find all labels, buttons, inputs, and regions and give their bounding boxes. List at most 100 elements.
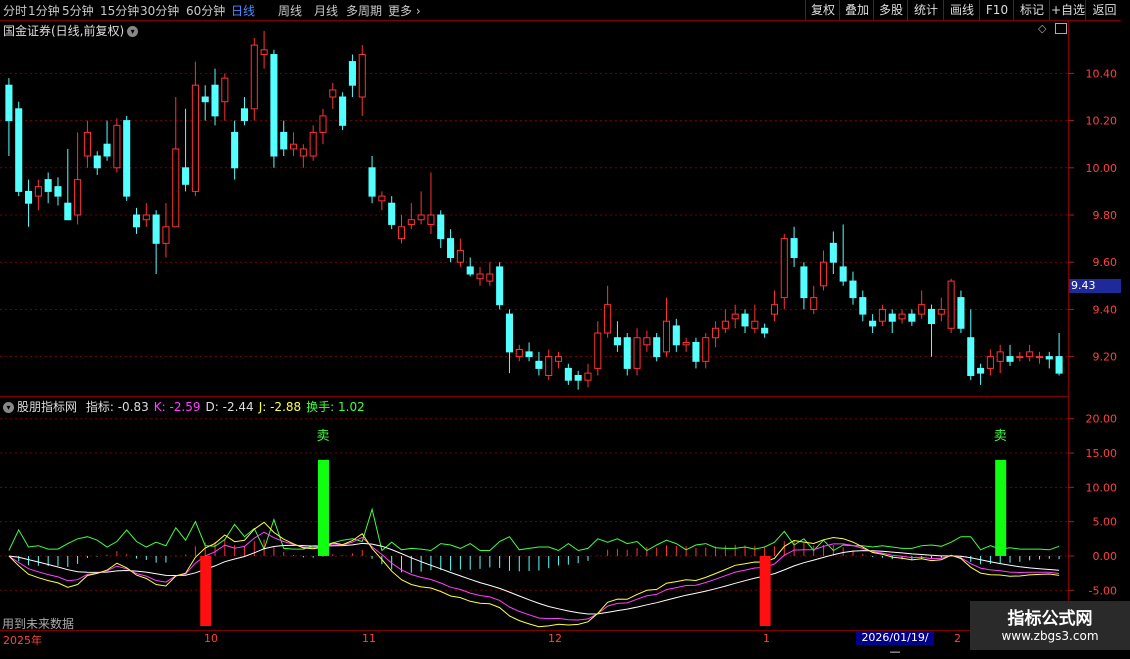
candle-body: [270, 54, 278, 157]
price-tick-label: 9.80: [1093, 209, 1118, 222]
indicator-header: ▾ 股朋指标网 指标: -0.83 K: -2.59 D: -2.44 J: -2.88…: [3, 398, 370, 415]
candle-body: [800, 266, 808, 299]
toolbar-button-2[interactable]: 多股: [873, 0, 908, 20]
candle-body: [15, 108, 23, 192]
toolbar-button-8[interactable]: 返回: [1085, 0, 1123, 20]
candle-body: [466, 266, 474, 275]
window-toggle-icon[interactable]: [1055, 23, 1067, 34]
candle-body: [741, 313, 749, 327]
candle-body: [849, 280, 857, 299]
toolbar-button-0[interactable]: 复权: [805, 0, 840, 20]
indicator-value-1: K: -2.59: [153, 400, 201, 414]
diamond-icon[interactable]: ◇: [1038, 22, 1046, 35]
period-tab-6[interactable]: 日线: [231, 2, 255, 19]
indicator-value-2: D: -2.44: [205, 400, 254, 414]
candle-body: [191, 84, 199, 192]
candle-body: [260, 49, 268, 56]
candle-body: [712, 327, 720, 339]
period-tab-8[interactable]: 月线: [314, 2, 338, 19]
date-label-2: 11: [362, 632, 376, 645]
candle-body: [74, 179, 82, 216]
period-tab-4[interactable]: 30分钟: [140, 2, 179, 19]
candle-body: [927, 308, 936, 325]
chevron-down-icon[interactable]: ▾: [127, 26, 139, 37]
candle-body: [339, 96, 347, 126]
indicator-tick-label: 20.00: [1086, 413, 1118, 426]
candle-body: [231, 131, 239, 169]
candle-body: [54, 186, 62, 197]
candle-body: [309, 131, 317, 157]
candle-body: [790, 238, 798, 258]
candle-body: [240, 108, 249, 122]
candle-body: [201, 96, 209, 103]
cursor-date: 2026/01/19/—: [856, 631, 934, 658]
date-label-3: 12: [548, 632, 562, 645]
period-tab-9[interactable]: 多周期: [346, 2, 382, 19]
period-tab-10[interactable]: 更多 ›: [388, 2, 421, 19]
candle-body: [878, 308, 886, 322]
buy-signal-bar: [200, 555, 212, 626]
period-tab-2[interactable]: 5分钟: [62, 2, 94, 19]
period-tab-7[interactable]: 周线: [278, 2, 302, 19]
indicator-tick-label: 10.00: [1086, 481, 1118, 494]
candle-body: [957, 297, 965, 329]
toolbar-button-3[interactable]: 统计: [907, 0, 944, 20]
candle-body: [250, 44, 258, 110]
candle-body: [564, 367, 572, 381]
candle-body: [417, 214, 425, 221]
candle-body: [515, 349, 523, 358]
candle-body: [888, 313, 896, 322]
candle-body: [829, 242, 837, 263]
candle-body: [584, 372, 592, 381]
sell-signal-label: 卖: [994, 429, 1007, 444]
toolbar-button-6[interactable]: 标记: [1013, 0, 1050, 20]
toolbar-button-5[interactable]: F10: [979, 0, 1014, 20]
candle-body: [535, 360, 543, 369]
candle-body: [604, 304, 612, 334]
toolbar-button-7[interactable]: +自选: [1049, 0, 1086, 20]
right-panel-strip[interactable]: [1121, 20, 1130, 630]
candle-body: [182, 167, 190, 185]
toolbar-button-4[interactable]: 画线: [943, 0, 980, 20]
candle-body: [662, 320, 671, 353]
candle-body: [447, 238, 455, 258]
candle-body: [378, 195, 386, 202]
candle-body: [476, 273, 484, 280]
candle-body: [780, 238, 788, 299]
candle-body: [653, 337, 661, 358]
toolbar-button-1[interactable]: 叠加: [839, 0, 874, 20]
indicator-value-4: 换手: 1.02: [306, 400, 365, 414]
price-tick-label: 9.40: [1093, 303, 1118, 316]
period-tab-5[interactable]: 60分钟: [186, 2, 225, 19]
candle-body: [1016, 356, 1024, 359]
candle-body: [388, 202, 396, 225]
candle-body: [319, 115, 327, 133]
candle-body: [986, 356, 994, 369]
candle-body: [44, 179, 52, 192]
period-tab-3[interactable]: 15分钟: [100, 2, 139, 19]
candle-body: [810, 297, 818, 310]
candle-body: [643, 337, 651, 346]
chevron-down-icon[interactable]: ▾: [3, 402, 14, 413]
candle-body: [819, 261, 828, 287]
candle-body: [368, 167, 376, 197]
sell-signal-bar: [995, 459, 1007, 556]
candle-body: [977, 367, 985, 374]
candle-body: [1035, 356, 1044, 359]
candle-body: [162, 226, 170, 244]
candle-body: [761, 327, 769, 334]
candle-body: [525, 351, 533, 358]
candle-body: [1006, 356, 1014, 362]
candle-body: [859, 297, 867, 315]
price-tick-label: 10.40: [1086, 67, 1118, 80]
d-line: [8, 542, 1060, 615]
candle-body: [132, 214, 141, 228]
candle-body: [221, 77, 229, 103]
candle-body: [682, 341, 690, 346]
candlestick-chart[interactable]: 10.4010.2010.009.809.609.409.2020.0015.0…: [0, 20, 1130, 650]
period-toolbar: 分时 1分钟 5分钟 15分钟 30分钟 60分钟 日线 周线 月线 多周期 更多 › 复权 叠加 多股…: [0, 0, 1130, 21]
period-tab-0[interactable]: 分时: [3, 2, 27, 19]
price-tick-label: 9.60: [1093, 256, 1118, 269]
period-tab-1[interactable]: 1分钟: [28, 2, 60, 19]
indicator-tick-label: 15.00: [1086, 447, 1118, 460]
